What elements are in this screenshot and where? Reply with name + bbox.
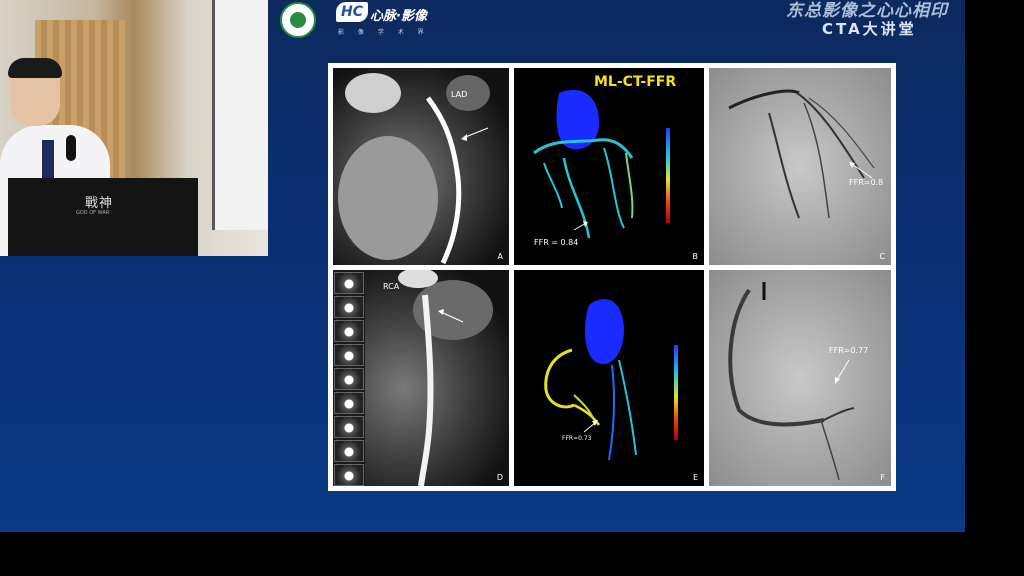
panel-f-image bbox=[728, 282, 855, 481]
bottom-letterbox bbox=[0, 532, 1024, 576]
panel-c-ffr-label: FFR=0.8 bbox=[849, 178, 884, 187]
panel-a-image bbox=[338, 73, 490, 265]
panel-f: FFR=0.77 F bbox=[709, 270, 891, 486]
hospital-logo bbox=[280, 2, 316, 38]
brand-subtitle: 影 像 学 术 界 bbox=[338, 29, 430, 36]
projection-screen bbox=[212, 0, 268, 230]
panel-d: RCA D bbox=[333, 270, 509, 486]
hc-logo: HC bbox=[336, 2, 368, 22]
panel-f-ffr-label: FFR=0.77 bbox=[829, 346, 869, 355]
panel-b-image bbox=[533, 89, 670, 239]
panel-e-image bbox=[544, 299, 678, 461]
panel-b-ffr-label: FFR = 0.84 bbox=[534, 238, 579, 247]
panel-b-letter: B bbox=[692, 252, 699, 261]
panel-e-letter: E bbox=[692, 473, 698, 482]
colorbar-e bbox=[674, 345, 678, 440]
panel-c-image bbox=[728, 89, 875, 219]
figure-title: ML-CT-FFR bbox=[594, 74, 677, 90]
panel-e-ffr-label: FFR=0.73 bbox=[562, 435, 592, 442]
podium bbox=[8, 178, 198, 256]
panel-c-letter: C bbox=[879, 252, 885, 261]
podium-logo: 戰神 bbox=[85, 196, 114, 211]
panel-e: FFR=0.73 E bbox=[514, 270, 704, 486]
panel-c: FFR=0.8 C bbox=[709, 68, 891, 265]
panel-d-letter: D bbox=[496, 473, 503, 482]
panel-a-letter: A bbox=[497, 252, 503, 261]
microphone bbox=[66, 135, 76, 161]
panel-d-image bbox=[398, 270, 493, 486]
panel-b: ML-CT-FFR FFR = 0.84 B bbox=[514, 68, 704, 265]
colorbar bbox=[666, 128, 670, 223]
panel-a-vessel-label: LAD bbox=[451, 90, 468, 99]
panel-d-vessel-label: RCA bbox=[383, 282, 400, 291]
right-letterbox bbox=[965, 0, 1024, 532]
podium-logo-sub: GOD OF WAR bbox=[76, 210, 110, 216]
event-subtitle: CTA大讲堂 bbox=[822, 20, 917, 38]
panel-f-letter: F bbox=[880, 473, 885, 482]
panel-a: LAD A bbox=[333, 68, 509, 265]
slide-stage: 戰神 GOD OF WAR HC 心脉·影像 影 像 学 术 界 东总影像之心心… bbox=[0, 0, 965, 532]
brand-name: 心脉·影像 bbox=[370, 9, 427, 24]
figure-grid: LAD A ML-CT-FFR FFR = 0.84 B FFR=0.8 C R… bbox=[328, 63, 896, 491]
presenter-video: 戰神 GOD OF WAR bbox=[0, 0, 268, 256]
